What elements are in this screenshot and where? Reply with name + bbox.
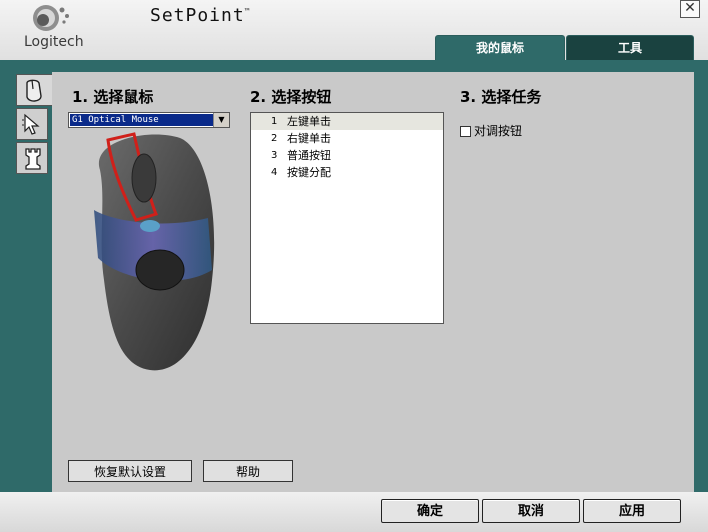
rail-game-button[interactable] — [16, 142, 48, 174]
select-button-title: 2. 选择按钮 — [250, 88, 332, 106]
list-item-number: 3 — [271, 150, 278, 161]
swap-buttons-checkbox[interactable] — [460, 126, 471, 137]
select-mouse-title: 1. 选择鼠标 — [72, 88, 154, 106]
rail-pointer-button[interactable] — [16, 108, 48, 140]
left-rail — [0, 72, 52, 492]
list-item-label: 按键分配 — [287, 166, 331, 179]
ok-button[interactable]: 确定 — [381, 499, 479, 523]
rail-mouse-button[interactable] — [16, 74, 52, 106]
app-title: SetPoint™ — [150, 5, 251, 26]
swap-buttons-option[interactable]: 对调按钮 — [460, 122, 522, 139]
mouse-select[interactable]: G1 Optical Mouse ▼ — [68, 112, 230, 128]
list-item-number: 4 — [271, 167, 278, 178]
list-item[interactable]: 3 普通按钮 — [251, 147, 443, 164]
button-list[interactable]: 1 左键单击 2 右键单击 3 普通按钮 4 按键分配 — [250, 112, 444, 324]
right-edge — [694, 60, 708, 492]
list-item[interactable]: 4 按键分配 — [251, 164, 443, 181]
tab-strip — [0, 60, 708, 72]
list-item-label: 普通按钮 — [287, 149, 331, 162]
tab-my-mouse[interactable]: 我的鼠标 — [435, 35, 565, 60]
pointer-icon — [22, 113, 40, 135]
chess-rook-icon — [25, 148, 41, 170]
list-item[interactable]: 2 右键单击 — [251, 130, 443, 147]
logo-text: Logitech — [24, 34, 84, 50]
list-item-number: 1 — [271, 116, 278, 127]
mouse-icon — [26, 79, 42, 102]
help-button[interactable]: 帮助 — [203, 460, 293, 482]
trademark: ™ — [244, 7, 251, 16]
mouse-image[interactable] — [80, 130, 220, 374]
content-panel: 1. 选择鼠标 2. 选择按钮 3. 选择任务 G1 Optical Mouse… — [52, 72, 694, 492]
swap-buttons-label: 对调按钮 — [474, 124, 523, 138]
list-item[interactable]: 1 左键单击 — [251, 113, 443, 130]
select-task-title: 3. 选择任务 — [460, 88, 542, 106]
tab-tools[interactable]: 工具 — [566, 35, 694, 60]
cancel-button[interactable]: 取消 — [482, 499, 580, 523]
footer: 确定 取消 应用 — [0, 492, 708, 532]
list-item-label: 右键单击 — [287, 132, 331, 145]
restore-defaults-button[interactable]: 恢复默认设置 — [68, 460, 192, 482]
app-title-text: SetPoint — [150, 5, 245, 26]
apply-button[interactable]: 应用 — [583, 499, 681, 523]
mouse-select-value: G1 Optical Mouse — [70, 114, 214, 126]
list-item-number: 2 — [271, 133, 278, 144]
chevron-down-icon[interactable]: ▼ — [213, 113, 229, 127]
list-item-label: 左键单击 — [287, 115, 331, 128]
close-button[interactable]: ✕ — [680, 0, 700, 18]
